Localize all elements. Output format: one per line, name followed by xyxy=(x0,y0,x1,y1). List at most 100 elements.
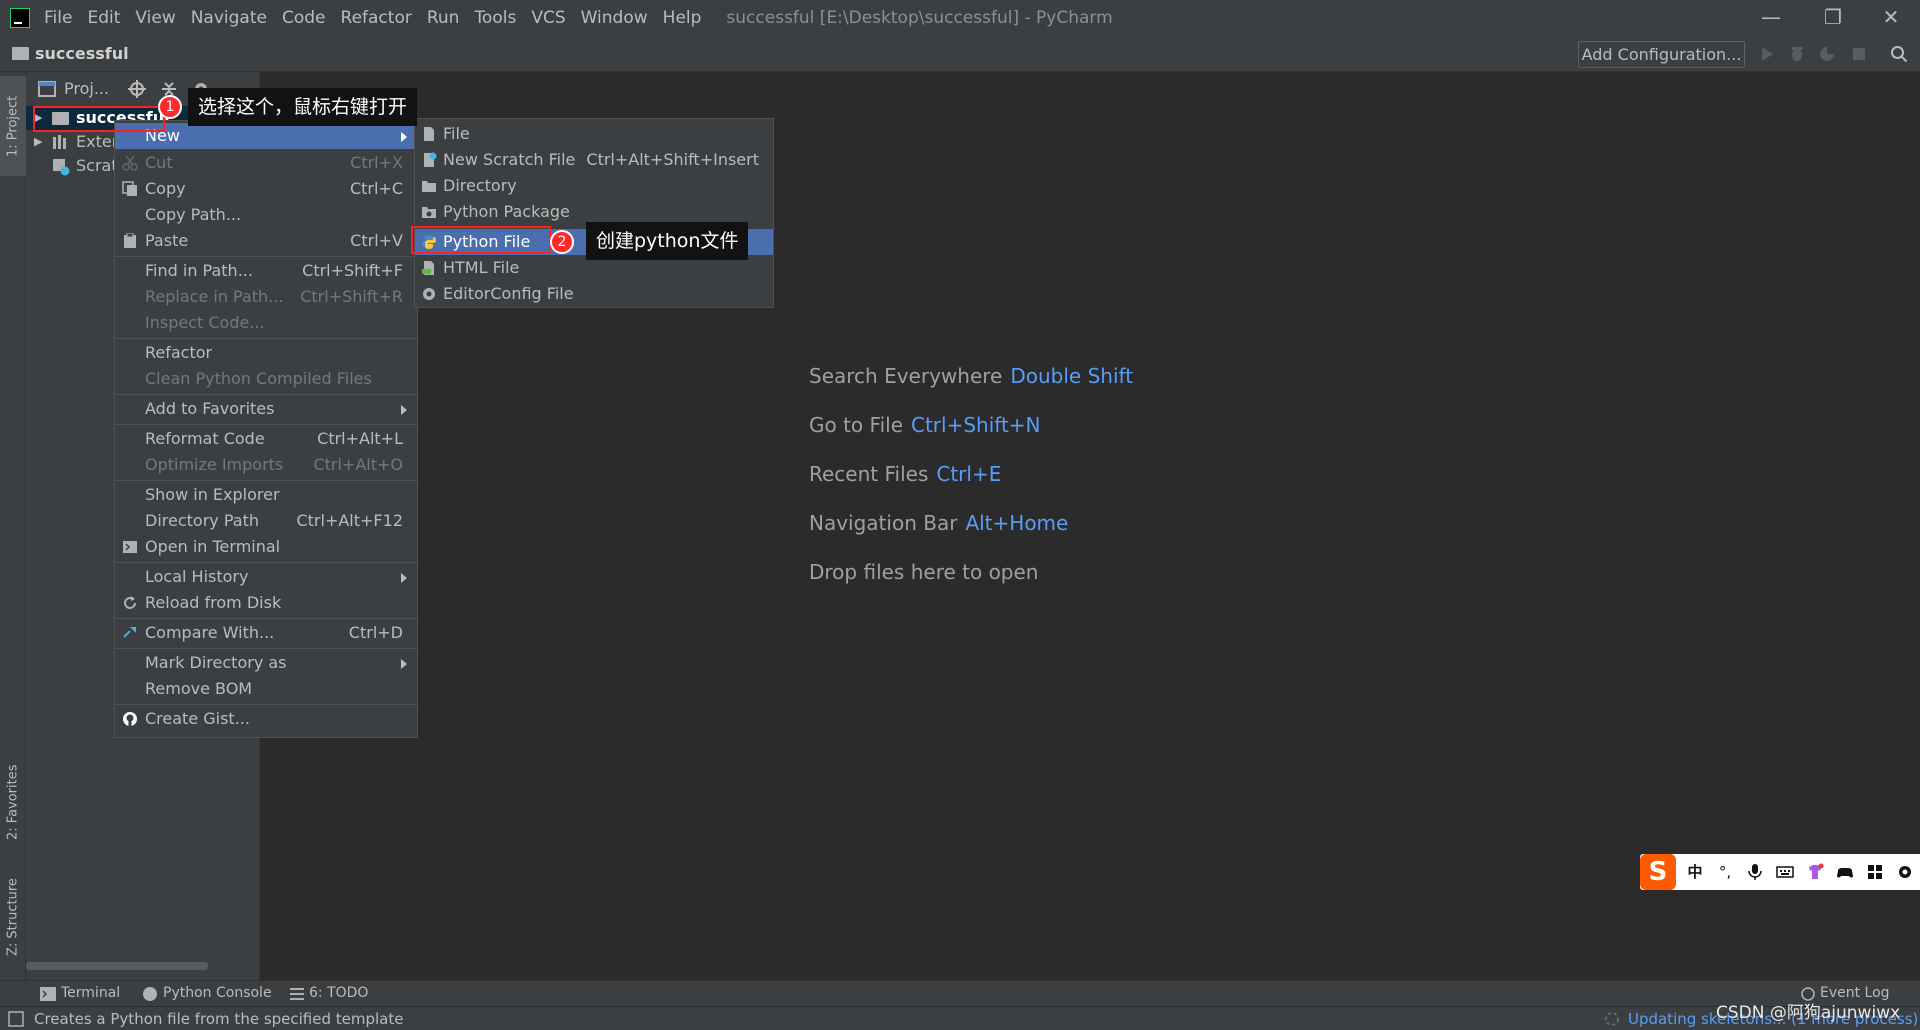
terminal-icon xyxy=(123,541,137,553)
microphone-icon[interactable] xyxy=(1746,863,1764,881)
menu-item-reformat-code[interactable]: Reformat Code Ctrl+Alt+L xyxy=(115,426,417,452)
new-submenu: File New Scratch File Ctrl+Alt+Shift+Inse… xyxy=(414,118,774,308)
menu-item-cut[interactable]: Cut Ctrl+X xyxy=(115,150,417,176)
add-configuration-button[interactable]: Add Configuration... xyxy=(1578,41,1745,68)
menu-item-copy-path[interactable]: Copy Path... xyxy=(115,202,417,228)
github-icon xyxy=(123,712,137,726)
menu-item-replace-in-path[interactable]: Replace in Path... Ctrl+Shift+R xyxy=(115,284,417,310)
menu-separator xyxy=(115,424,417,425)
menu-tools[interactable]: Tools xyxy=(474,8,516,28)
menu-window[interactable]: Window xyxy=(581,8,648,28)
watermark: CSDN @阿狗ajunwiwx xyxy=(1716,1003,1901,1023)
bottom-tool-bar: Terminal Python Console 6: TODO Event Lo… xyxy=(0,980,1920,1006)
menu-run[interactable]: Run xyxy=(427,8,460,28)
tab-terminal[interactable]: Terminal xyxy=(61,985,120,1001)
menu-item-optimize-imports[interactable]: Optimize Imports Ctrl+Alt+O xyxy=(115,452,417,478)
stop-icon[interactable] xyxy=(1850,45,1868,63)
search-icon[interactable] xyxy=(1890,45,1908,63)
horizontal-scrollbar[interactable] xyxy=(26,962,208,970)
progress-spinner-icon xyxy=(1605,1012,1619,1026)
close-button[interactable]: ✕ xyxy=(1868,0,1914,36)
annotation-step-1: 1 xyxy=(158,95,182,119)
sogou-logo-icon[interactable]: S xyxy=(1640,854,1676,890)
package-icon xyxy=(422,207,436,218)
project-view-selector[interactable]: Proj... xyxy=(64,79,109,98)
menu-item-copy[interactable]: Copy Ctrl+C xyxy=(115,176,417,202)
menu-edit[interactable]: Edit xyxy=(87,8,120,28)
menu-item-reload-from-disk[interactable]: Reload from Disk xyxy=(115,590,417,616)
window-title: successful [E:\Desktop\successful] - PyC… xyxy=(726,8,1113,28)
compare-icon xyxy=(123,627,136,638)
todo-list-icon xyxy=(290,988,304,1000)
tab-project[interactable]: 1: Project xyxy=(0,76,26,176)
expand-arrow-icon[interactable]: ▶ xyxy=(34,130,42,154)
keyboard-icon[interactable] xyxy=(1776,863,1794,881)
gamepad-icon[interactable] xyxy=(1836,863,1854,881)
menu-item-refactor[interactable]: Refactor xyxy=(115,340,417,366)
menu-separator xyxy=(115,704,417,705)
menu-help[interactable]: Help xyxy=(663,8,702,28)
skin-icon[interactable] xyxy=(1806,863,1824,881)
tool-window-toggle-icon[interactable] xyxy=(8,1011,24,1027)
reload-icon xyxy=(124,596,136,609)
folder-icon xyxy=(422,181,436,192)
menu-item-inspect-code[interactable]: Inspect Code... xyxy=(115,310,417,336)
tab-favorites[interactable]: 2: Favorites xyxy=(0,752,26,852)
menu-item-clean-compiled[interactable]: Clean Python Compiled Files xyxy=(115,366,417,392)
status-message: Creates a Python file from the specified… xyxy=(34,1010,404,1028)
tab-todo[interactable]: 6: TODO xyxy=(309,985,368,1001)
menu-navigate[interactable]: Navigate xyxy=(191,8,267,28)
tree-item-label: Exter xyxy=(76,132,119,151)
python-console-icon xyxy=(143,987,157,1001)
submenu-item-new-scratch-file[interactable]: New Scratch File Ctrl+Alt+Shift+Insert xyxy=(415,147,773,173)
run-icon[interactable] xyxy=(1758,45,1776,63)
hint-drop-files: Drop files here to open xyxy=(809,560,1039,584)
restore-button[interactable]: ❐ xyxy=(1810,0,1856,36)
menu-code[interactable]: Code xyxy=(282,8,326,28)
menu-item-directory-path[interactable]: Directory Path Ctrl+Alt+F12 xyxy=(115,508,417,534)
tab-structure[interactable]: Z: Structure xyxy=(0,862,26,972)
breadcrumb-project[interactable]: successful xyxy=(35,44,129,63)
menu-item-find-in-path[interactable]: Find in Path... Ctrl+Shift+F xyxy=(115,258,417,284)
scratch-file-icon xyxy=(424,152,437,167)
tree-item-label: Scrat xyxy=(76,156,118,175)
menu-item-add-to-favorites[interactable]: Add to Favorites xyxy=(115,396,417,422)
menu-separator xyxy=(115,648,417,649)
menu-separator xyxy=(115,480,417,481)
submenu-item-file[interactable]: File xyxy=(415,121,773,147)
annotation-highlight-python-file xyxy=(411,226,551,254)
ime-punctuation-toggle[interactable]: °, xyxy=(1716,863,1734,881)
submenu-item-directory[interactable]: Directory xyxy=(415,173,773,199)
pycharm-logo-icon xyxy=(10,8,30,28)
menu-separator xyxy=(115,256,417,257)
menu-item-compare-with[interactable]: Compare With... Ctrl+D xyxy=(115,620,417,646)
debug-icon[interactable] xyxy=(1788,45,1806,63)
menu-item-open-in-terminal[interactable]: Open in Terminal xyxy=(115,534,417,560)
title-bar: File Edit View Navigate Code Refactor Ru… xyxy=(0,0,1920,36)
menu-view[interactable]: View xyxy=(135,8,175,28)
locate-icon[interactable] xyxy=(128,80,146,98)
scratch-icon xyxy=(53,159,70,176)
library-icon xyxy=(53,135,66,149)
annotation-tip-2: 创建python文件 xyxy=(586,222,749,260)
menu-item-remove-bom[interactable]: Remove BOM xyxy=(115,676,417,702)
menu-item-create-gist[interactable]: Create Gist... xyxy=(115,706,417,732)
minimize-button[interactable]: — xyxy=(1748,0,1794,36)
menu-refactor[interactable]: Refactor xyxy=(341,8,412,28)
toolbox-icon[interactable] xyxy=(1866,863,1884,881)
ime-settings-icon[interactable] xyxy=(1896,863,1914,881)
context-menu: New Cut Ctrl+X Copy Ctrl+C Copy Path... Pa… xyxy=(114,120,418,738)
annotation-tip-1: 选择这个，鼠标右键打开 xyxy=(188,88,418,126)
menu-file[interactable]: File xyxy=(44,8,72,28)
menu-item-mark-directory-as[interactable]: Mark Directory as xyxy=(115,650,417,676)
menu-item-show-in-explorer[interactable]: Show in Explorer xyxy=(115,482,417,508)
coverage-icon[interactable] xyxy=(1818,45,1836,63)
ime-language-toggle[interactable]: 中 xyxy=(1686,863,1704,881)
tab-python-console[interactable]: Python Console xyxy=(163,985,272,1001)
submenu-item-editorconfig-file[interactable]: EditorConfig File xyxy=(415,281,773,307)
menu-item-local-history[interactable]: Local History xyxy=(115,564,417,590)
file-icon xyxy=(424,127,434,141)
menu-separator xyxy=(115,618,417,619)
menu-vcs[interactable]: VCS xyxy=(531,8,565,28)
menu-item-paste[interactable]: Paste Ctrl+V xyxy=(115,228,417,254)
